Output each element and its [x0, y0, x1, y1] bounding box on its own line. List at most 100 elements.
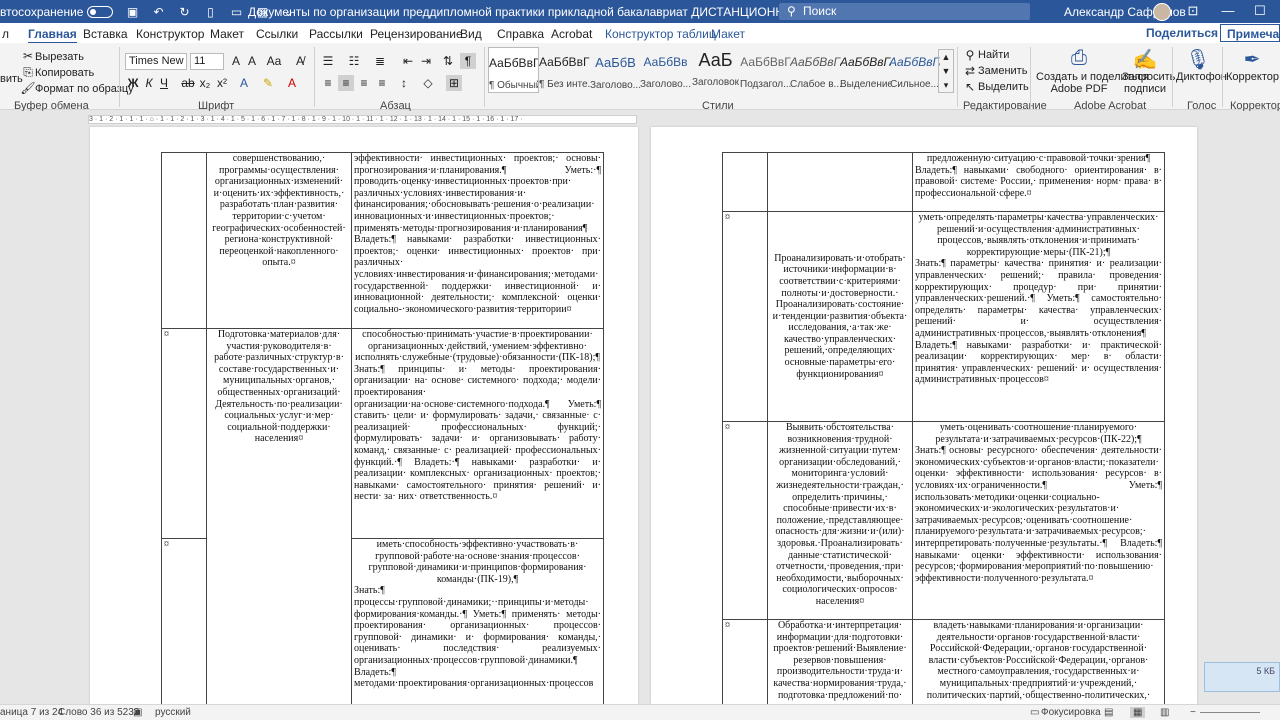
style-subtle-emphasis[interactable]: АаБбВвГг Слабое в...: [790, 47, 841, 93]
search-box[interactable]: ⚲ Поиск: [779, 3, 1030, 20]
table-cell-task[interactable]: совершенствованию,· программы·осуществле…: [206, 152, 352, 329]
document-page-right[interactable]: предложенную·ситуацию·с·правовой·точки·з…: [651, 127, 1197, 704]
increase-indent-icon[interactable]: ⇥: [418, 53, 434, 69]
redo-icon[interactable]: ↻: [176, 4, 192, 20]
comments-button[interactable]: Примечан: [1220, 24, 1280, 42]
read-mode-icon[interactable]: ▤: [1104, 707, 1113, 718]
justify-icon[interactable]: ≡: [374, 75, 390, 91]
table-cell-task[interactable]: Выявить·обстоятельства· возникновения·тр…: [767, 421, 913, 620]
styles-scroll-icon[interactable]: ▲ ▼ ▾: [938, 49, 954, 93]
table-cell-competency[interactable]: предложенную·ситуацию·с·правовой·точки·з…: [912, 152, 1165, 212]
highlight-icon[interactable]: ✎: [260, 75, 276, 91]
zoom-slider[interactable]: [1200, 712, 1260, 713]
tab-home[interactable]: Главная: [28, 27, 77, 44]
language-indicator[interactable]: русский: [155, 707, 191, 718]
table-cell-competency[interactable]: владеть·навыками·планирования·и·организа…: [912, 619, 1165, 704]
style-heading2[interactable]: АаБбВв Заголово...: [640, 47, 691, 93]
create-share-pdf-button[interactable]: ⎙ Создать и поделиться Adobe PDF: [1036, 47, 1149, 95]
find-button[interactable]: Найти: [978, 49, 1009, 61]
table-cell[interactable]: ¤: [722, 421, 768, 620]
grow-font-icon[interactable]: A: [228, 53, 244, 69]
superscript-icon[interactable]: x²: [214, 75, 230, 91]
bold-icon[interactable]: Ж: [125, 75, 141, 91]
clear-format-icon[interactable]: A̸: [292, 53, 308, 69]
style-title[interactable]: АаБ Заголовок: [690, 47, 741, 93]
notification-toast[interactable]: 5 КБ: [1204, 662, 1280, 692]
decrease-indent-icon[interactable]: ⇤: [400, 53, 416, 69]
competency-table-left[interactable]: совершенствованию,· программы·осуществле…: [161, 152, 604, 704]
tab-table-layout[interactable]: Макет: [711, 27, 745, 41]
word-counter[interactable]: Слово 36 из 5232: [58, 707, 139, 718]
tab-review[interactable]: Рецензирование: [370, 27, 463, 41]
style-no-spacing[interactable]: АаБбВвГг, ¶ Без инте...: [539, 47, 590, 93]
request-signature-button[interactable]: ✍ Запросить подписи: [1122, 47, 1175, 95]
tab-acrobat[interactable]: Acrobat: [551, 27, 592, 41]
focus-mode-button[interactable]: Фокусировка: [1041, 707, 1101, 718]
share-button[interactable]: Поделиться: [1146, 26, 1218, 40]
table-cell-competency[interactable]: уметь·определять·параметры·качества·упра…: [912, 211, 1165, 422]
print-layout-icon[interactable]: ▦: [1130, 707, 1146, 718]
shading-icon[interactable]: ◇: [420, 75, 436, 91]
style-normal[interactable]: АаБбВвГг, ¶ Обычный: [488, 47, 539, 93]
tab-insert[interactable]: Вставка: [83, 27, 128, 41]
table-cell-competency[interactable]: уметь·оценивать·соотношение·планируемого…: [912, 421, 1165, 620]
table-cell[interactable]: ¤: [722, 211, 768, 422]
table-cell[interactable]: ¤: [161, 328, 207, 539]
editor-button[interactable]: ✒ Корректор: [1226, 47, 1279, 83]
horizontal-ruler[interactable]: 3 · 1 · 2 · 1 · 1 · 1 · ⌂ · 1 · 1 · 2 · …: [88, 115, 637, 124]
align-left-icon[interactable]: ≡: [320, 75, 336, 91]
autosave-toggle[interactable]: [87, 5, 114, 18]
select-button[interactable]: Выделить: [978, 81, 1029, 93]
font-name-select[interactable]: Times New Rc: [125, 53, 187, 70]
sort-icon[interactable]: ⇅: [440, 53, 456, 69]
table-cell[interactable]: [161, 152, 207, 329]
tab-design[interactable]: Конструктор: [136, 27, 204, 41]
avatar[interactable]: [1153, 3, 1171, 21]
style-heading1[interactable]: АаБбВ Заголово...: [590, 47, 641, 93]
style-emphasis[interactable]: АаБбВвГг Выделение: [840, 47, 891, 93]
table-cell-task[interactable]: Проанализировать·и·отобрать· источники·и…: [767, 211, 913, 422]
text-effects-icon[interactable]: A: [236, 75, 252, 91]
competency-table-right[interactable]: предложенную·ситуацию·с·правовой·точки·з…: [722, 152, 1165, 704]
minimize-button[interactable]: —: [1220, 3, 1236, 18]
style-intense-emphasis[interactable]: АаБбВвГг Сильное...: [889, 47, 940, 93]
table-cell-task[interactable]: [767, 152, 913, 212]
bullets-icon[interactable]: ☰: [320, 53, 336, 69]
zoom-out-icon[interactable]: −: [1190, 707, 1196, 718]
web-layout-icon[interactable]: ▥: [1160, 707, 1169, 718]
style-subtitle[interactable]: АаБбВвГ Подзагол...: [740, 47, 791, 93]
borders-icon[interactable]: ⊞: [446, 75, 462, 91]
document-page-left[interactable]: совершенствованию,· программы·осуществле…: [90, 127, 638, 704]
subscript-icon[interactable]: x₂: [197, 75, 213, 91]
font-size-select[interactable]: 11: [190, 53, 224, 70]
tab-references[interactable]: Ссылки: [256, 27, 298, 41]
table-cell-competency[interactable]: иметь·способность·эффективно·участвовать…: [351, 538, 604, 704]
table-cell[interactable]: ¤: [161, 538, 207, 704]
tab-view[interactable]: Вид: [460, 27, 482, 41]
tab-layout[interactable]: Макет: [210, 27, 244, 41]
table-cell[interactable]: ¤: [722, 619, 768, 704]
table-cell-competency[interactable]: эффективности· инвестиционных· проектов;…: [351, 152, 604, 329]
save-icon[interactable]: ▣: [124, 4, 140, 20]
proofing-icon[interactable]: ▣: [133, 707, 142, 718]
align-center-icon[interactable]: ≡: [338, 75, 354, 91]
tab-file[interactable]: л: [2, 27, 9, 41]
table-cell-task[interactable]: Подготовка·материалов·для· участия·руков…: [206, 328, 352, 704]
italic-icon[interactable]: К: [141, 75, 157, 91]
copy-button[interactable]: Копировать: [35, 67, 94, 79]
ribbon-display-icon[interactable]: ⊡: [1185, 3, 1201, 19]
undo-icon[interactable]: ↶: [150, 4, 166, 20]
cut-button[interactable]: Вырезать: [35, 51, 84, 63]
change-case-icon[interactable]: Aa: [266, 53, 282, 69]
strikethrough-icon[interactable]: ab: [180, 75, 196, 91]
multilevel-list-icon[interactable]: ≣: [372, 53, 388, 69]
page-counter[interactable]: аница 7 из 24: [0, 707, 63, 718]
align-right-icon[interactable]: ≡: [356, 75, 372, 91]
tab-mailings[interactable]: Рассылки: [309, 27, 363, 41]
open-icon[interactable]: ▭: [228, 4, 244, 20]
table-cell-task[interactable]: Обработка·и·интерпретация· информации·дл…: [767, 619, 913, 704]
show-marks-icon[interactable]: ¶: [460, 53, 476, 69]
font-color-icon[interactable]: A: [284, 75, 300, 91]
shrink-font-icon[interactable]: A: [244, 53, 260, 69]
tab-help[interactable]: Справка: [497, 27, 544, 41]
